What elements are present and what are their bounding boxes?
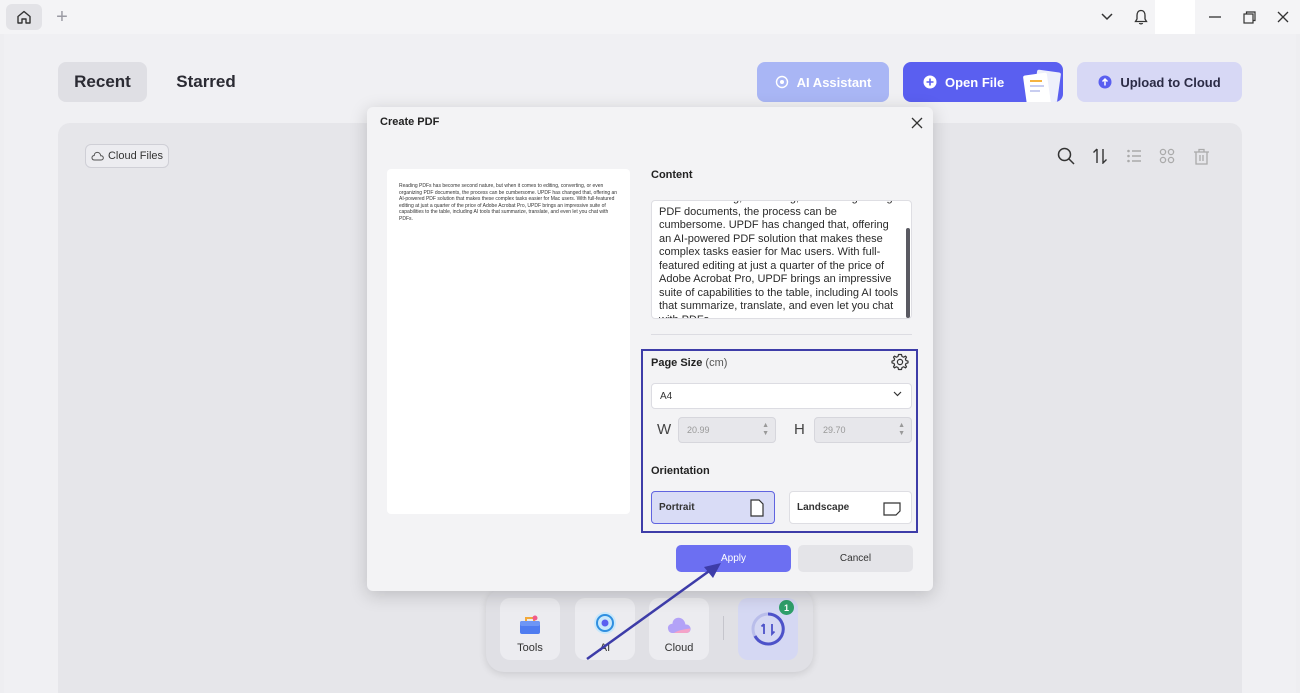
cloud-icon xyxy=(667,617,691,633)
section-divider xyxy=(651,334,912,335)
list-view-button[interactable] xyxy=(1123,145,1145,167)
page-size-unit: (cm) xyxy=(705,357,728,369)
height-value: 29.70 xyxy=(823,425,846,435)
plus-circle-icon xyxy=(923,75,937,89)
sort-button[interactable] xyxy=(1089,145,1111,167)
minimize-button[interactable] xyxy=(1203,6,1227,28)
dock-cloud-label: Cloud xyxy=(664,642,694,654)
height-stepper-icon[interactable]: ▲ ▼ xyxy=(898,422,905,438)
trash-icon xyxy=(1193,148,1209,165)
portrait-option[interactable]: Portrait xyxy=(651,491,775,524)
page-size-label: Page Size (cm) xyxy=(651,357,727,369)
chevron-down-icon xyxy=(1101,13,1113,21)
landscape-option[interactable]: Landscape xyxy=(789,491,912,524)
cloud-files-button[interactable]: Cloud Files xyxy=(85,144,169,168)
ai-sparkle-icon xyxy=(775,75,788,89)
dock-ai-label: AI xyxy=(599,642,611,654)
restore-icon xyxy=(1242,10,1256,24)
cancel-button[interactable]: Cancel xyxy=(798,545,913,572)
open-file-label: Open File xyxy=(945,74,1005,90)
convert-progress-icon xyxy=(751,612,785,646)
documents-illustration-icon xyxy=(1023,69,1061,102)
list-view-icon xyxy=(1127,149,1141,163)
restore-button[interactable] xyxy=(1237,6,1261,28)
width-input[interactable]: 20.99 ▲ ▼ xyxy=(678,417,776,443)
dock-ai-button[interactable]: AI xyxy=(575,598,635,660)
home-button[interactable] xyxy=(6,4,42,30)
dock-tools-label: Tools xyxy=(517,642,543,654)
minimize-icon xyxy=(1209,16,1221,18)
tab-starred[interactable]: Starred xyxy=(160,62,252,102)
apply-button[interactable]: Apply xyxy=(676,545,791,572)
close-window-button[interactable] xyxy=(1271,6,1295,28)
upload-to-cloud-label: Upload to Cloud xyxy=(1120,74,1221,90)
width-label: W xyxy=(657,421,672,438)
blank-panel xyxy=(1155,0,1195,34)
search-icon xyxy=(1057,147,1075,165)
page-size-select[interactable]: A4 xyxy=(651,383,912,409)
upload-icon xyxy=(1098,75,1112,89)
grid-view-icon xyxy=(1159,148,1175,164)
page-size-label-text: Page Size xyxy=(651,357,703,369)
close-icon xyxy=(911,117,923,129)
height-input[interactable]: 29.70 ▲ ▼ xyxy=(814,417,912,443)
plus-icon: + xyxy=(56,6,68,28)
content-textarea[interactable]: comes to editing, converting, or even or… xyxy=(651,200,912,319)
landscape-label: Landscape xyxy=(797,502,850,513)
notification-badge: 1 xyxy=(779,600,794,615)
open-file-button[interactable]: Open File xyxy=(903,62,1063,102)
dropdown-button[interactable] xyxy=(1095,6,1119,28)
preview-text: Reading PDFs has become second nature, b… xyxy=(399,183,618,222)
grid-view-button[interactable] xyxy=(1156,145,1178,167)
width-value: 20.99 xyxy=(687,425,710,435)
dialog-title: Create PDF xyxy=(380,116,440,128)
dock-cloud-button[interactable]: Cloud xyxy=(649,598,709,660)
landscape-page-icon xyxy=(883,502,901,516)
dock-separator xyxy=(723,616,724,640)
page-size-value: A4 xyxy=(660,390,673,402)
portrait-page-icon xyxy=(750,499,764,517)
cloud-files-label: Cloud Files xyxy=(107,150,164,162)
cloud-icon xyxy=(91,151,104,161)
tab-recent[interactable]: Recent xyxy=(58,62,147,102)
content-label: Content xyxy=(651,169,693,181)
dialog-close-button[interactable] xyxy=(906,112,928,134)
orientation-label: Orientation xyxy=(651,465,710,477)
dock-tools-button[interactable]: Tools xyxy=(500,598,560,660)
notifications-button[interactable] xyxy=(1129,6,1153,28)
portrait-label: Portrait xyxy=(659,502,695,513)
page-size-settings-button[interactable] xyxy=(890,352,910,372)
bell-icon xyxy=(1134,9,1148,25)
search-button[interactable] xyxy=(1055,145,1077,167)
ai-assistant-button[interactable]: AI Assistant xyxy=(757,62,889,102)
upload-to-cloud-button[interactable]: Upload to Cloud xyxy=(1077,62,1242,102)
ai-assistant-label: AI Assistant xyxy=(796,74,872,90)
delete-button[interactable] xyxy=(1190,145,1212,167)
new-tab-button[interactable]: + xyxy=(52,6,72,28)
ai-orb-icon xyxy=(594,612,616,634)
content-scrollbar[interactable] xyxy=(906,228,910,318)
content-text: comes to editing, converting, or even or… xyxy=(659,201,899,318)
pdf-preview: Reading PDFs has become second nature, b… xyxy=(387,169,630,514)
toolbox-icon xyxy=(520,615,540,634)
width-stepper-icon[interactable]: ▲ ▼ xyxy=(762,422,769,438)
sort-icon xyxy=(1093,148,1107,164)
close-icon xyxy=(1277,11,1289,23)
height-label: H xyxy=(794,421,805,438)
gear-icon xyxy=(891,353,909,371)
home-icon xyxy=(17,10,31,24)
chevron-down-icon xyxy=(893,391,902,397)
